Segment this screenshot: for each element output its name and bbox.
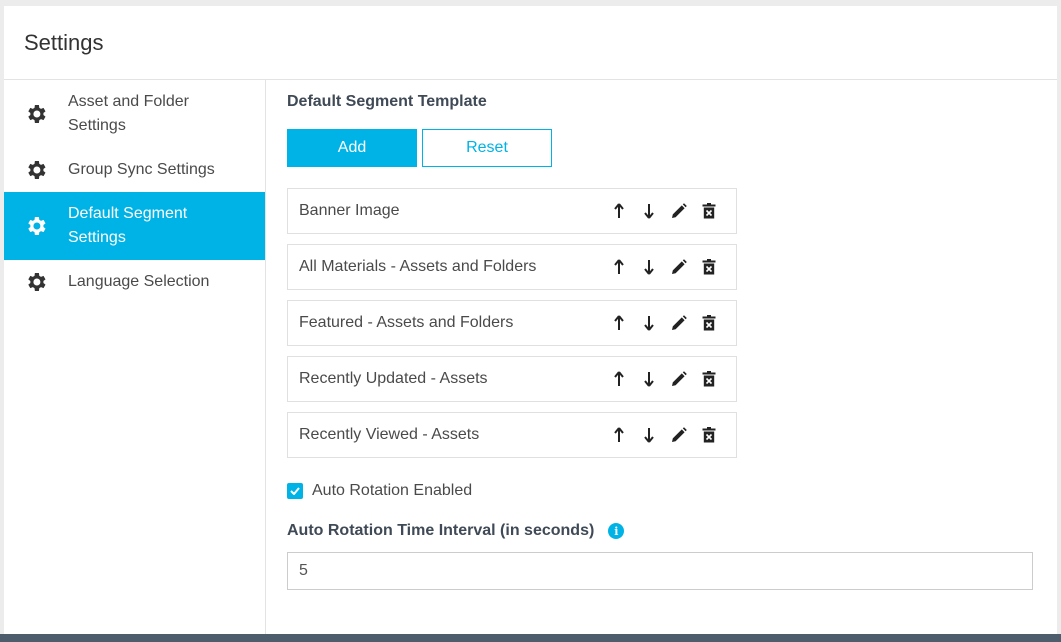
sidebar-item-label: Asset and Folder Settings	[68, 93, 189, 134]
interval-label: Auto Rotation Time Interval (in seconds)	[287, 522, 595, 539]
sidebar-item-default-segment-settings[interactable]: Default Segment Settings	[4, 192, 265, 260]
auto-rotation-label: Auto Rotation Enabled	[312, 482, 473, 499]
page-title: Settings	[24, 29, 104, 55]
settings-panel: Settings Asset and Folder Settings Group…	[4, 6, 1057, 634]
segment-label: Recently Updated - Assets	[299, 370, 488, 387]
section-title: Default Segment Template	[287, 93, 487, 110]
checkmark-icon	[290, 487, 300, 495]
arrow-up-icon[interactable]	[604, 423, 634, 447]
gear-icon	[24, 270, 48, 294]
info-icon[interactable]: i	[608, 523, 625, 539]
segment-list: Banner Image All Materials - Assets and …	[287, 188, 737, 458]
pencil-icon[interactable]	[664, 255, 694, 279]
arrow-up-icon[interactable]	[604, 199, 634, 223]
page-header: Settings	[4, 6, 1057, 80]
pencil-icon[interactable]	[664, 311, 694, 335]
trash-icon[interactable]	[694, 367, 724, 391]
interval-label-row: Auto Rotation Time Interval (in seconds)…	[287, 522, 1037, 540]
segment-label: Banner Image	[299, 202, 400, 219]
reset-button[interactable]: Reset	[422, 129, 552, 167]
sidebar-item-label: Group Sync Settings	[68, 161, 215, 178]
arrow-up-icon[interactable]	[604, 311, 634, 335]
trash-icon[interactable]	[694, 255, 724, 279]
arrow-down-icon[interactable]	[634, 199, 664, 223]
interval-input[interactable]	[287, 552, 1033, 590]
sidebar-item-language-selection[interactable]: Language Selection	[4, 260, 265, 304]
trash-icon[interactable]	[694, 199, 724, 223]
main-content: Default Segment Template Add Reset Banne…	[287, 80, 1037, 590]
add-button[interactable]: Add	[287, 129, 417, 167]
sidebar: Asset and Folder Settings Group Sync Set…	[4, 80, 266, 634]
gear-icon	[24, 102, 48, 126]
list-item: Recently Viewed - Assets	[287, 412, 737, 458]
arrow-down-icon[interactable]	[634, 367, 664, 391]
trash-icon[interactable]	[694, 311, 724, 335]
arrow-down-icon[interactable]	[634, 423, 664, 447]
sidebar-item-group-sync-settings[interactable]: Group Sync Settings	[4, 148, 265, 192]
segment-label: Featured - Assets and Folders	[299, 314, 514, 331]
sidebar-item-label: Language Selection	[68, 273, 210, 290]
sidebar-item-asset-folder-settings[interactable]: Asset and Folder Settings	[4, 80, 265, 148]
arrow-up-icon[interactable]	[604, 255, 634, 279]
list-item: Featured - Assets and Folders	[287, 300, 737, 346]
pencil-icon[interactable]	[664, 367, 694, 391]
button-row: Add Reset	[287, 129, 1037, 167]
arrow-down-icon[interactable]	[634, 255, 664, 279]
pencil-icon[interactable]	[664, 199, 694, 223]
arrow-up-icon[interactable]	[604, 367, 634, 391]
gear-icon	[24, 158, 48, 182]
segment-label: All Materials - Assets and Folders	[299, 258, 537, 275]
list-item: Recently Updated - Assets	[287, 356, 737, 402]
list-item: All Materials - Assets and Folders	[287, 244, 737, 290]
auto-rotation-row: Auto Rotation Enabled	[287, 482, 1037, 500]
arrow-down-icon[interactable]	[634, 311, 664, 335]
trash-icon[interactable]	[694, 423, 724, 447]
footer-bar	[0, 634, 1061, 642]
pencil-icon[interactable]	[664, 423, 694, 447]
segment-label: Recently Viewed - Assets	[299, 426, 480, 443]
gear-icon	[24, 214, 48, 238]
sidebar-item-label: Default Segment Settings	[68, 205, 188, 246]
list-item: Banner Image	[287, 188, 737, 234]
auto-rotation-checkbox[interactable]	[287, 483, 303, 499]
